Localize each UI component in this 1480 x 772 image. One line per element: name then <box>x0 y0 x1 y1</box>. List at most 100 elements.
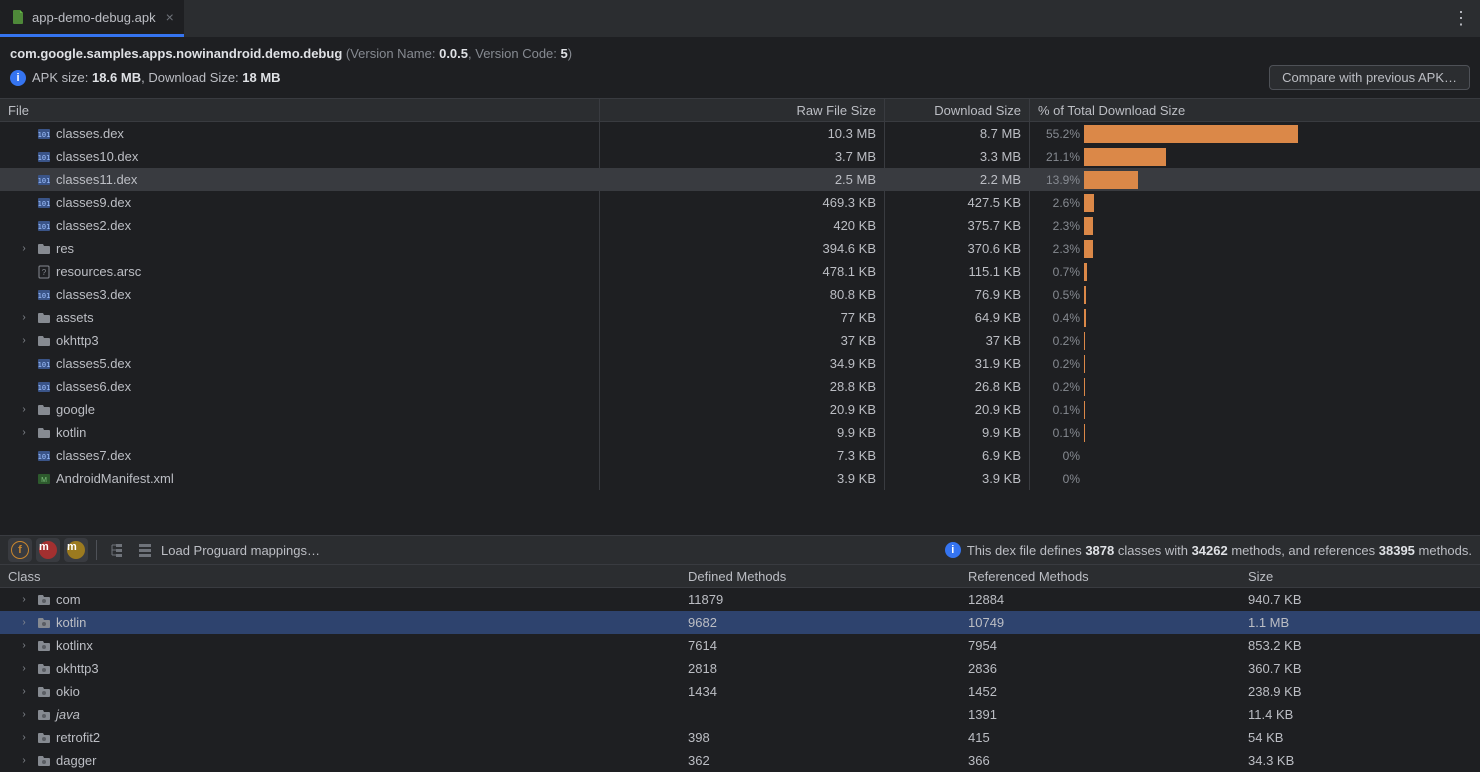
header-file[interactable]: File <box>0 99 600 121</box>
file-row[interactable]: MAndroidManifest.xml3.9 KB3.9 KB0% <box>0 467 1480 490</box>
download-size: 26.8 KB <box>885 375 1030 398</box>
class-name: dagger <box>56 753 96 768</box>
tool-tree-icon[interactable] <box>105 538 129 562</box>
class-size: 940.7 KB <box>1240 592 1480 607</box>
file-row[interactable]: ›res394.6 KB370.6 KB2.3% <box>0 237 1480 260</box>
file-row[interactable]: ›assets77 KB64.9 KB0.4% <box>0 306 1480 329</box>
download-size: 427.5 KB <box>885 191 1030 214</box>
file-name: classes10.dex <box>56 149 138 164</box>
class-name: okio <box>56 684 80 699</box>
expand-icon[interactable]: › <box>16 732 32 743</box>
editor-tab[interactable]: app-demo-debug.apk × <box>0 0 184 37</box>
tool-fields-icon[interactable]: f <box>8 538 32 562</box>
download-size: 20.9 KB <box>885 398 1030 421</box>
dex-icon: 101 <box>36 287 52 303</box>
header-defined[interactable]: Defined Methods <box>680 569 960 584</box>
file-row[interactable]: 101classes6.dex28.8 KB26.8 KB0.2% <box>0 375 1480 398</box>
download-size: 6.9 KB <box>885 444 1030 467</box>
tool-flat-icon[interactable] <box>133 538 157 562</box>
referenced-methods: 12884 <box>960 592 1240 607</box>
raw-size: 37 KB <box>600 329 885 352</box>
header-download[interactable]: Download Size <box>885 99 1030 121</box>
referenced-methods: 415 <box>960 730 1240 745</box>
file-row[interactable]: 101 classes9.dex 469.3 KB427.5 KB2.6% <box>0 191 1480 214</box>
header-pct[interactable]: % of Total Download Size <box>1030 99 1480 121</box>
file-name: classes2.dex <box>56 218 131 233</box>
header-raw[interactable]: Raw File Size <box>600 99 885 121</box>
more-menu-icon[interactable]: ⋮ <box>1452 8 1470 29</box>
download-size: 31.9 KB <box>885 352 1030 375</box>
package-info: com.google.samples.apps.nowinandroid.dem… <box>10 46 1470 61</box>
file-name: assets <box>56 310 94 325</box>
package-icon <box>36 615 52 631</box>
file-row[interactable]: 101classes11.dex2.5 MB2.2 MB13.9% <box>0 168 1480 191</box>
header-size[interactable]: Size <box>1240 569 1480 584</box>
class-row[interactable]: ›com1187912884940.7 KB <box>0 588 1480 611</box>
expand-icon[interactable]: › <box>16 617 32 628</box>
header-referenced[interactable]: Referenced Methods <box>960 569 1240 584</box>
file-row[interactable]: 101classes5.dex34.9 KB31.9 KB0.2% <box>0 352 1480 375</box>
folder-icon <box>36 402 52 418</box>
class-row[interactable]: ›java139111.4 KB <box>0 703 1480 726</box>
tool-methods-icon[interactable]: m <box>36 538 60 562</box>
file-row[interactable]: 101classes3.dex80.8 KB76.9 KB0.5% <box>0 283 1480 306</box>
defined-methods: 9682 <box>680 615 960 630</box>
class-row[interactable]: ›dagger36236634.3 KB <box>0 749 1480 772</box>
class-name: retrofit2 <box>56 730 100 745</box>
file-row[interactable]: 101classes2.dex420 KB375.7 KB2.3% <box>0 214 1480 237</box>
class-name: kotlinx <box>56 638 93 653</box>
referenced-methods: 1452 <box>960 684 1240 699</box>
class-row[interactable]: ›retrofit239841554 KB <box>0 726 1480 749</box>
class-name: okhttp3 <box>56 661 99 676</box>
expand-icon[interactable]: › <box>16 243 32 254</box>
class-table-header: Class Defined Methods Referenced Methods… <box>0 565 1480 588</box>
referenced-methods: 1391 <box>960 707 1240 722</box>
dex-icon: 101 <box>36 172 52 188</box>
class-row[interactable]: ›okio14341452238.9 KB <box>0 680 1480 703</box>
dex-icon: 101 <box>36 379 52 395</box>
percent-cell: 0.2% <box>1030 329 1480 352</box>
expand-icon[interactable]: › <box>16 640 32 651</box>
expand-icon[interactable]: › <box>16 594 32 605</box>
svg-text:?: ? <box>42 268 47 277</box>
file-row[interactable]: 101classes7.dex7.3 KB6.9 KB0% <box>0 444 1480 467</box>
file-name: kotlin <box>56 425 86 440</box>
svg-text:101: 101 <box>38 200 51 208</box>
tab-label: app-demo-debug.apk <box>32 10 156 25</box>
close-icon[interactable]: × <box>166 9 174 25</box>
expand-icon[interactable]: › <box>16 427 32 438</box>
expand-icon[interactable]: › <box>16 709 32 720</box>
expand-icon[interactable]: › <box>16 755 32 766</box>
download-size: 3.3 MB <box>885 145 1030 168</box>
class-row[interactable]: ›okhttp328182836360.7 KB <box>0 657 1480 680</box>
header-class[interactable]: Class <box>0 569 680 584</box>
raw-size: 77 KB <box>600 306 885 329</box>
expand-icon[interactable]: › <box>16 686 32 697</box>
file-row[interactable]: 101classes.dex10.3 MB8.7 MB55.2% <box>0 122 1480 145</box>
percent-cell: 0.1% <box>1030 398 1480 421</box>
download-size: 375.7 KB <box>885 214 1030 237</box>
download-size: 115.1 KB <box>885 260 1030 283</box>
file-row[interactable]: ›okhttp337 KB37 KB0.2% <box>0 329 1480 352</box>
compare-apk-button[interactable]: Compare with previous APK… <box>1269 65 1470 90</box>
percent-cell: 2.6% <box>1030 191 1480 214</box>
tool-referenced-icon[interactable]: m <box>64 538 88 562</box>
svg-text:101: 101 <box>38 131 51 139</box>
raw-size: 469.3 KB <box>600 191 885 214</box>
file-name: classes9.dex <box>56 195 131 210</box>
proguard-link[interactable]: Load Proguard mappings… <box>161 543 320 558</box>
expand-icon[interactable]: › <box>16 335 32 346</box>
class-row[interactable]: ›kotlinx76147954853.2 KB <box>0 634 1480 657</box>
expand-icon[interactable]: › <box>16 404 32 415</box>
download-size: 9.9 KB <box>885 421 1030 444</box>
file-row[interactable]: ›kotlin9.9 KB9.9 KB0.1% <box>0 421 1480 444</box>
download-size: 2.2 MB <box>885 168 1030 191</box>
file-row[interactable]: ›google20.9 KB20.9 KB0.1% <box>0 398 1480 421</box>
expand-icon[interactable]: › <box>16 312 32 323</box>
svg-text:101: 101 <box>38 453 51 461</box>
defined-methods: 2818 <box>680 661 960 676</box>
file-row[interactable]: ?resources.arsc478.1 KB115.1 KB0.7% <box>0 260 1480 283</box>
file-row[interactable]: 101classes10.dex3.7 MB3.3 MB21.1% <box>0 145 1480 168</box>
class-row[interactable]: ›kotlin9682107491.1 MB <box>0 611 1480 634</box>
expand-icon[interactable]: › <box>16 663 32 674</box>
